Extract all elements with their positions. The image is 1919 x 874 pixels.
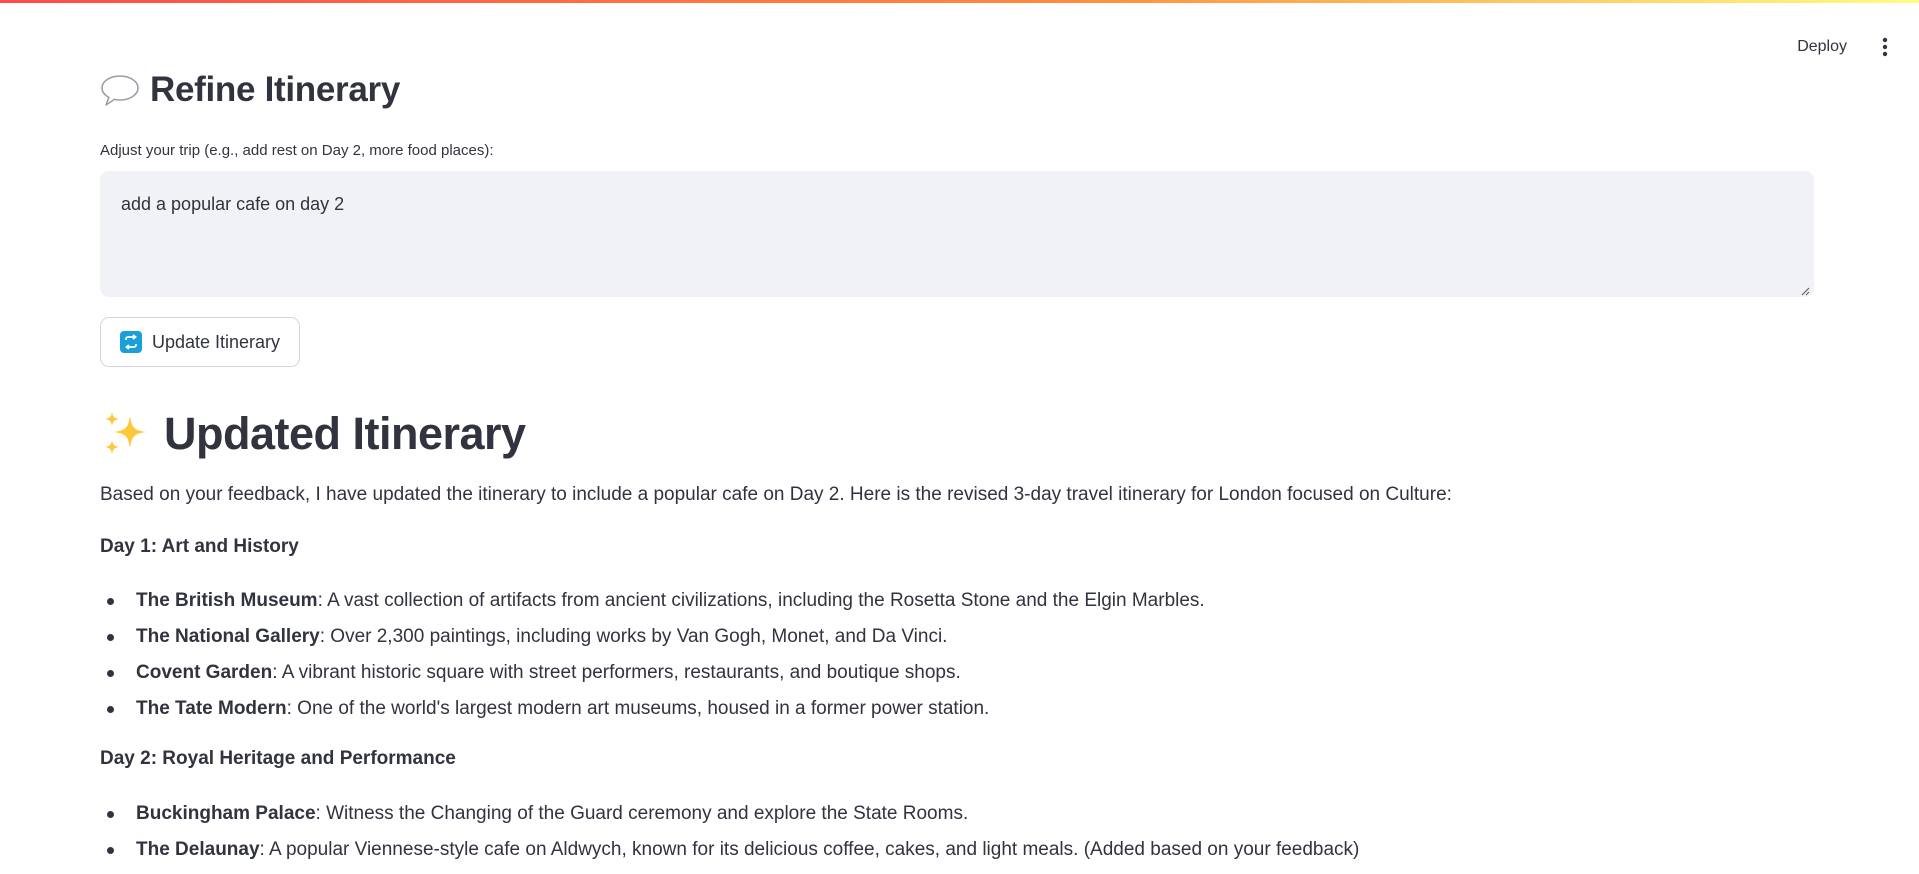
update-itinerary-label: Update Itinerary — [151, 331, 281, 352]
day-2-heading: Day 2: Royal Heritage and Performance — [100, 748, 456, 769]
list-item: The Tate Modern: One of the world's larg… — [100, 697, 1700, 733]
deploy-button[interactable]: Deploy — [1791, 30, 1853, 64]
refine-field-label: Adjust your trip (e.g., add rest on Day … — [100, 142, 494, 159]
itinerary-intro: Based on your feedback, I have updated t… — [100, 484, 1452, 505]
updated-itinerary-title: Updated Itinerary — [164, 408, 526, 459]
day-1-heading: Day 1: Art and History — [100, 536, 299, 557]
list-item: The Delaunay: A popular Viennese-style c… — [100, 838, 1700, 874]
list-item: The National Gallery: Over 2,300 paintin… — [100, 625, 1700, 661]
list-item: The British Museum: A vast collection of… — [100, 589, 1700, 625]
day-1-list: The British Museum: A vast collection of… — [100, 589, 1700, 733]
header-decoration-bar — [0, 0, 1919, 3]
repeat-icon — [119, 331, 142, 353]
update-itinerary-button[interactable]: Update Itinerary — [100, 317, 300, 367]
app-toolbar: Deploy — [1791, 26, 1895, 68]
refine-title: Refine Itinerary — [150, 70, 401, 109]
day-2-list: Buckingham Palace: Witness the Changing … — [100, 802, 1700, 874]
refine-textarea-container: add a popular cafe on day 2 — [100, 171, 1814, 297]
sparkles-icon — [100, 408, 152, 460]
refine-textarea[interactable]: add a popular cafe on day 2 — [100, 171, 1814, 297]
updated-itinerary-heading: Updated Itinerary — [100, 408, 526, 460]
speech-balloon-icon — [100, 70, 140, 110]
resize-handle-icon[interactable] — [1800, 283, 1810, 296]
list-item: Buckingham Palace: Witness the Changing … — [100, 802, 1700, 838]
refine-heading: Refine Itinerary — [100, 70, 400, 110]
more-vertical-icon[interactable] — [1875, 31, 1895, 63]
list-item: Covent Garden: A vibrant historic square… — [100, 661, 1700, 697]
